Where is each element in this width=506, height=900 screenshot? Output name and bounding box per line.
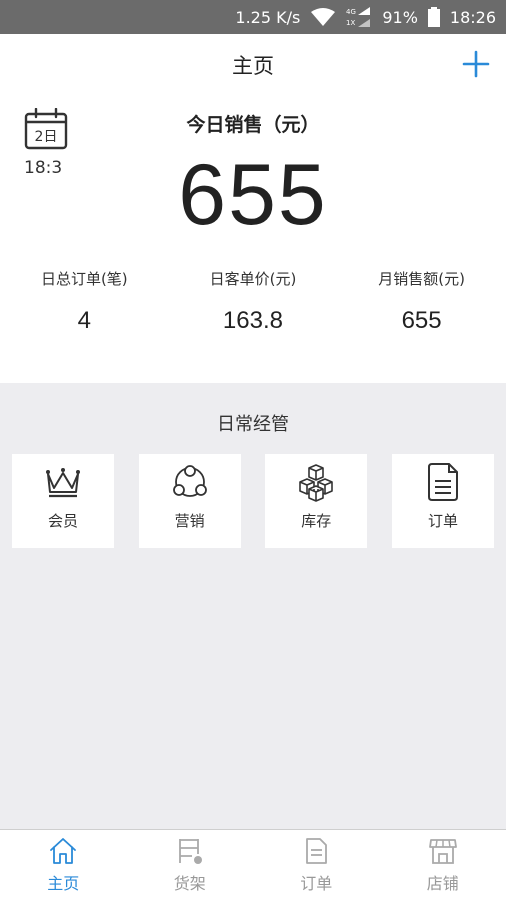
app-header: 主页 — [0, 34, 506, 96]
shelf-icon — [175, 836, 205, 866]
today-sales-title: 今日销售（元） — [0, 110, 506, 137]
home-icon — [48, 836, 78, 866]
stat-label: 月销售额(元) — [378, 270, 465, 288]
clock: 18:26 — [449, 7, 496, 27]
daily-management-title: 日常经管 — [217, 414, 289, 435]
svg-text:4G: 4G — [346, 8, 356, 16]
network-speed: 1.25 K/s — [235, 7, 301, 27]
today-sales-label: 今日销售（元） — [186, 114, 320, 136]
network-icon — [170, 462, 210, 502]
nav-orders[interactable]: 订单 — [253, 830, 380, 900]
nav-label: 货架 — [173, 874, 206, 893]
plus-icon[interactable] — [462, 50, 490, 78]
crown-icon — [43, 462, 83, 502]
nav-store[interactable]: 店铺 — [380, 830, 506, 900]
battery-icon — [427, 7, 440, 27]
tile-label: 营销 — [174, 512, 205, 530]
stat-value: 163.8 — [222, 307, 283, 334]
svg-text:1X: 1X — [346, 19, 355, 27]
boxes-icon — [296, 462, 336, 502]
daily-management-tiles: 会员 营销 库存 订单 — [12, 454, 494, 548]
today-sales-value: 655 — [178, 147, 328, 243]
signal-icon: 4G 1X — [346, 6, 372, 28]
bottom-nav: 主页 货架 订单 店铺 — [0, 829, 506, 900]
tile-label: 订单 — [427, 512, 458, 530]
stat-value: 4 — [77, 307, 91, 334]
battery-percent: 91% — [382, 7, 418, 27]
stat-label: 日总订单(笔) — [40, 270, 128, 288]
store-icon — [428, 836, 458, 866]
nav-label: 主页 — [47, 874, 80, 893]
stats-row: 日总订单(笔) 4 日客单价(元) 163.8 月销售额(元) 655 — [0, 268, 506, 335]
nav-label: 店铺 — [426, 874, 459, 893]
page-title: 主页 — [232, 54, 274, 78]
nav-home[interactable]: 主页 — [0, 830, 127, 900]
tile-members[interactable]: 会员 — [12, 454, 114, 548]
status-bar: 1.25 K/s 4G 1X 91% 18:26 — [0, 0, 506, 34]
sales-summary: 2日 18:3 今日销售（元） 655 日总订单(笔) 4 日客单价(元) 16… — [0, 96, 506, 383]
stat-daily-orders: 日总订单(笔) 4 — [0, 268, 169, 335]
tile-label: 库存 — [301, 512, 332, 530]
tile-orders[interactable]: 订单 — [391, 454, 494, 548]
stat-avg-order-price: 日客单价(元) 163.8 — [169, 268, 338, 335]
stat-monthly-sales: 月销售额(元) 655 — [337, 268, 506, 335]
tile-marketing[interactable]: 营销 — [138, 454, 241, 548]
stat-value: 655 — [401, 307, 442, 334]
stat-label: 日客单价(元) — [209, 270, 297, 288]
tile-label: 会员 — [47, 512, 78, 530]
nav-label: 订单 — [300, 874, 333, 893]
tile-inventory[interactable]: 库存 — [265, 454, 368, 548]
wifi-icon — [310, 7, 336, 27]
nav-shelf[interactable]: 货架 — [127, 830, 254, 900]
order-icon — [301, 836, 331, 866]
document-icon — [423, 462, 463, 502]
